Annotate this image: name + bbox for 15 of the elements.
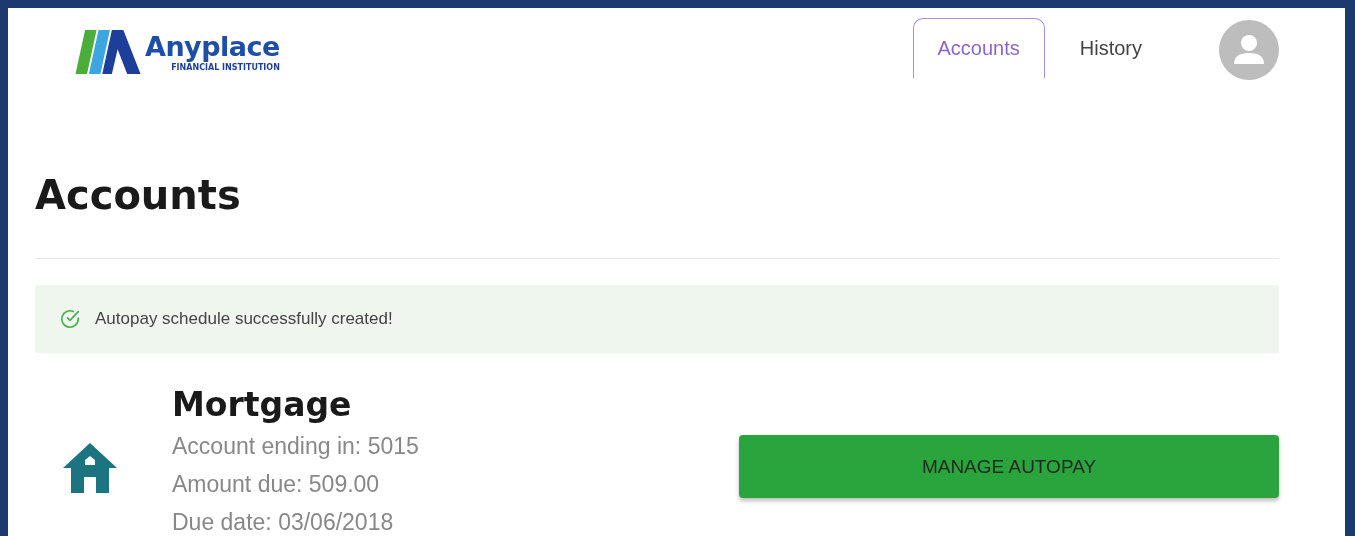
logo-icon xyxy=(75,30,143,74)
manage-autopay-button[interactable]: MANAGE AUTOPAY xyxy=(739,435,1279,498)
page-title: Accounts xyxy=(35,171,242,220)
avatar-icon[interactable] xyxy=(1219,20,1279,80)
check-circle-icon xyxy=(59,308,81,330)
alert-message: Autopay schedule successfully created! xyxy=(95,309,393,329)
account-detail: Account ending in: 5015 xyxy=(172,432,420,461)
house-icon xyxy=(63,443,117,493)
nav-tab[interactable]: Accounts xyxy=(912,18,1045,78)
account-detail: Due date: 03/06/2018 xyxy=(172,508,395,536)
account-name: Mortgage xyxy=(172,384,353,426)
nav-tab[interactable]: History xyxy=(1054,18,1167,78)
account-detail: Amount due: 509.00 xyxy=(172,470,381,499)
logo-name: Anyplace xyxy=(145,30,280,64)
logo-tagline: FINANCIAL INSTITUTION xyxy=(171,64,280,72)
